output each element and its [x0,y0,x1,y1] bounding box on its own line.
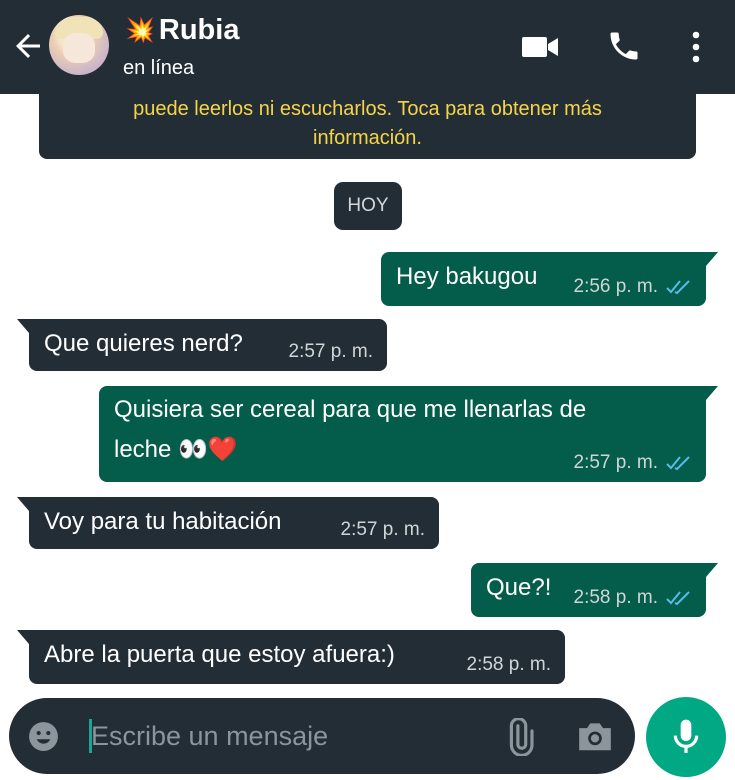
mic-icon [673,719,699,753]
message-time: 2:56 p. m. [573,276,659,297]
message-meta: 2:57 p. m. [289,341,374,363]
message-text: Voy para tu habitación [44,508,282,535]
message-meta: 2:58 p. m. [574,587,693,609]
attach-icon[interactable] [499,718,539,756]
contact-name: Rubia [158,14,240,46]
message-input[interactable]: Escribe un mensaje [91,721,328,752]
mic-button[interactable] [646,697,726,777]
message-incoming[interactable]: Que quieres nerd? 2:57 p. m. [17,319,387,371]
message-text-line-2: leche 👀❤️ [114,436,238,463]
message-meta: 2:56 p. m. [574,276,693,298]
message-time: 2:58 p. m. [573,587,659,608]
message-time: 2:57 p. m. [288,341,374,362]
camera-icon[interactable] [576,718,614,754]
phone-icon[interactable] [606,28,642,64]
message-meta: 2:57 p. m. [341,519,426,541]
read-ticks-icon [666,456,690,471]
message-incoming[interactable]: Abre la puerta que estoy afuera:) 2:58 p… [17,630,565,684]
date-badge: HOY [334,182,402,230]
message-meta: 2:58 p. m. [467,654,552,676]
contact-name-row[interactable]: 💥 Rubia [125,14,239,47]
read-ticks-icon [666,280,690,295]
message-outgoing[interactable]: Hey bakugou 2:56 p. m. [381,252,718,306]
message-outgoing[interactable]: Quisiera ser cereal para que me llenarla… [99,386,718,482]
message-incoming[interactable]: Voy para tu habitación 2:57 p. m. [17,497,439,549]
contact-status: en línea [123,57,195,79]
chat-header: 💥 Rubia en línea [0,0,735,94]
avatar[interactable] [49,15,109,75]
message-text: Quisiera ser cereal para que me llenarla… [114,390,586,470]
read-ticks-icon [666,591,690,606]
message-time: 2:57 p. m. [573,452,659,473]
collision-emoji: 💥 [125,16,155,44]
message-time: 2:57 p. m. [340,519,426,540]
notice-line-2: información. [313,127,422,149]
emoji-icon[interactable] [27,720,60,753]
message-text: Que?! [486,574,552,601]
message-text-line-1: Quisiera ser cereal para que me llenarla… [114,396,587,423]
message-text: Hey bakugou [396,263,538,290]
video-call-icon[interactable] [520,33,560,61]
message-text: Que quieres nerd? [44,330,243,357]
message-composer: Escribe un mensaje [9,698,635,774]
more-vert-icon[interactable] [686,30,706,64]
message-text: Abre la puerta que estoy afuera:) [44,641,395,668]
message-meta: 2:57 p. m. [574,452,693,474]
message-time: 2:58 p. m. [466,654,552,675]
back-arrow-icon[interactable] [10,28,46,64]
notice-line-1: puede leerlos ni escucharlos. Toca para … [133,98,602,120]
encryption-notice[interactable]: puede leerlos ni escucharlos. Toca para … [39,88,696,159]
message-outgoing[interactable]: Que?! 2:58 p. m. [471,563,718,617]
